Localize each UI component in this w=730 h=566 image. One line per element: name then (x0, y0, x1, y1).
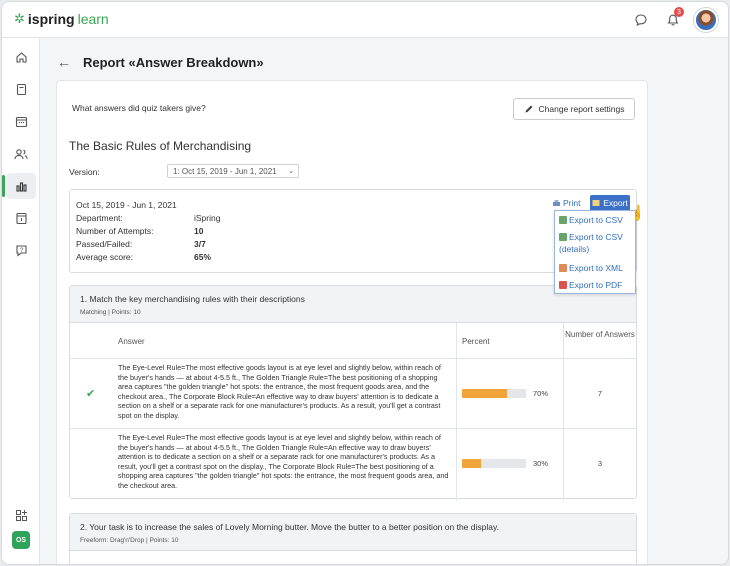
summary-label: Passed/Failed: (76, 239, 133, 249)
chat-icon[interactable] (630, 9, 652, 31)
sidebar-item-users[interactable] (6, 141, 36, 167)
answer-count: 3 (597, 459, 603, 468)
logo[interactable]: ✲ ispring learn (14, 11, 109, 27)
version-label: Version: (69, 167, 100, 177)
answer-text: The Eye-Level Rule=The most effective go… (118, 363, 441, 420)
export-label: Export (603, 198, 628, 208)
calendar-icon (15, 116, 27, 127)
question-block: 1. Match the key merchandising rules wit… (69, 285, 637, 501)
answer-text: The Eye-Level Rule=The most effective go… (118, 433, 449, 490)
chevron-down-icon: ⌄ (288, 168, 294, 175)
page-title: Report «Answer Breakdown» (83, 54, 264, 70)
column-header-count: Number of Answers (565, 330, 635, 339)
column-header-answer: Answer (118, 337, 145, 346)
report-question-prompt: What answers did quiz takers give? (72, 103, 206, 113)
percent-bar (462, 389, 526, 398)
change-report-settings-button[interactable]: Change report settings (513, 98, 635, 120)
table-row: The Eye-Level Rule=The most effective go… (70, 429, 636, 499)
sidebar-item-courses[interactable] (6, 76, 36, 102)
top-bar: ✲ ispring learn 3 (2, 2, 728, 38)
summary-value: iSpring (194, 213, 221, 223)
logo-product: learn (77, 11, 109, 27)
sidebar-item-add-widget[interactable] (6, 502, 36, 528)
table-row: ✔ The Eye-Level Rule=The most effective … (70, 359, 636, 429)
export-pdf-item[interactable]: Export to PDF (559, 279, 622, 291)
percent-value: 70% (533, 389, 549, 398)
question-header: 1. Match the key merchandising rules wit… (70, 286, 636, 323)
version-value: 1: Oct 15, 2019 - Jun 1, 2021 (173, 166, 277, 176)
percent-value: 30% (533, 459, 549, 468)
export-menu: Export to CSV Export to CSV (details) Ex… (554, 210, 636, 294)
print-link[interactable]: Print (552, 198, 580, 208)
add-widget-icon (15, 509, 27, 521)
print-label: Print (563, 198, 581, 208)
export-xml-item[interactable]: Export to XML (559, 262, 623, 274)
printer-icon (553, 199, 560, 206)
export-csv-details-item[interactable]: Export to CSV (details) (559, 231, 635, 255)
bell-icon[interactable]: 3 (662, 7, 684, 31)
change-report-settings-label: Change report settings (538, 104, 625, 114)
sidebar-item-library[interactable] (6, 205, 36, 231)
user-initials-badge[interactable]: OS (12, 531, 30, 549)
logo-mark-icon: ✲ (14, 11, 25, 26)
summary-value: 3/7 (194, 239, 206, 249)
sidebar: ? OS (2, 38, 40, 564)
page-header: ← Report «Answer Breakdown» (57, 54, 264, 70)
summary-panel: Oct 15, 2019 - Jun 1, 2021 Department: i… (69, 189, 645, 273)
question-title: 2. Your task is to increase the sales of… (80, 522, 499, 532)
percent-bar-fill (462, 459, 482, 468)
export-csv-item[interactable]: Export to CSV (559, 214, 623, 226)
summary-label: Department: (76, 213, 123, 223)
sidebar-item-calendar[interactable] (6, 108, 36, 134)
table-header: Answer Percent Number of Answers (70, 323, 636, 359)
summary-value: 65% (194, 252, 212, 262)
bar-chart-icon (15, 181, 27, 192)
summary-label: Average score: (76, 252, 134, 262)
avatar[interactable] (694, 8, 718, 32)
users-icon (14, 148, 28, 159)
question-title: 1. Match the key merchandising rules wit… (80, 294, 305, 304)
logo-brand: ispring (27, 11, 75, 27)
library-icon (15, 212, 27, 224)
xml-file-icon (559, 264, 567, 272)
help-icon: ? (15, 244, 27, 257)
checkmark-icon: ✔ (86, 388, 96, 400)
date-range: Oct 15, 2019 - Jun 1, 2021 (76, 200, 177, 210)
app-window: ✲ ispring learn 3 ? OS ← Report «Answer … (1, 1, 729, 565)
sidebar-item-help[interactable]: ? (6, 237, 36, 263)
question-block: 2. Your task is to increase the sales of… (69, 513, 637, 564)
quiz-title: The Basic Rules of Merchandising (69, 139, 252, 153)
percent-bar (462, 459, 526, 468)
column-header-percent: Percent (462, 337, 490, 346)
export-icon (592, 200, 600, 206)
book-icon (16, 83, 26, 95)
sidebar-item-home[interactable] (6, 44, 36, 70)
answers-table: Answer Percent Number of Answers ✔ The E… (70, 323, 636, 501)
pdf-file-icon (559, 281, 567, 289)
summary-value: 10 (194, 226, 204, 236)
question-meta: Matching | Points: 10 (80, 309, 141, 316)
question-meta: Freeform: Drag'n'Drop | Points: 10 (80, 537, 179, 544)
sidebar-item-reports[interactable] (2, 173, 36, 199)
home-icon (15, 51, 27, 63)
export-button[interactable]: Export (590, 195, 630, 211)
pencil-icon (525, 105, 532, 113)
percent-bar-fill (462, 389, 507, 398)
summary-label: Number of Attempts: (76, 226, 154, 236)
back-arrow-icon[interactable]: ← (57, 54, 71, 70)
csv-file-icon (559, 233, 567, 241)
top-icons: 3 (630, 7, 718, 32)
report-card: What answers did quiz takers give? Chang… (56, 80, 648, 564)
notification-badge: 3 (674, 7, 684, 17)
question-header: 2. Your task is to increase the sales of… (70, 514, 636, 551)
answer-count: 7 (597, 389, 603, 398)
csv-file-icon (559, 216, 567, 224)
version-select[interactable]: 1: Oct 15, 2019 - Jun 1, 2021 ⌄ (167, 164, 299, 178)
